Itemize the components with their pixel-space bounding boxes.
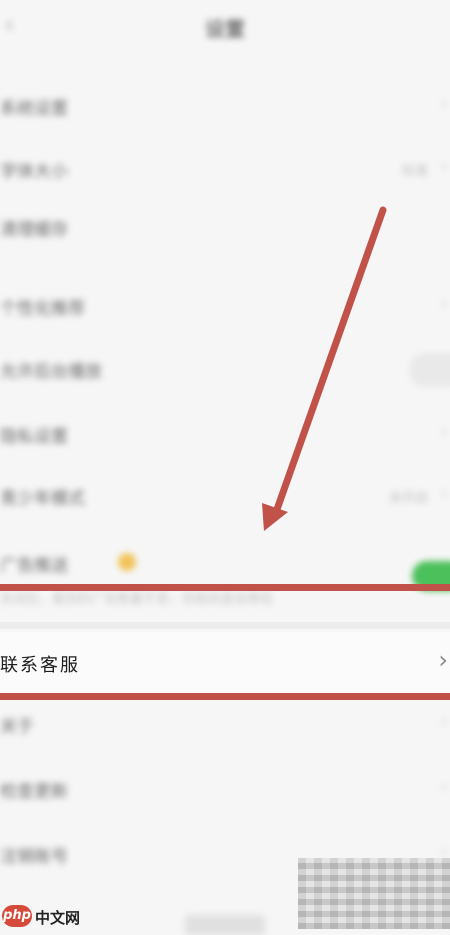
watermark-badge: php: [2, 905, 32, 927]
pixelated-region: [298, 858, 450, 929]
watermark-text: 中文网: [35, 909, 81, 927]
annotation-arrow: [262, 206, 387, 531]
logout-button[interactable]: [185, 915, 265, 935]
